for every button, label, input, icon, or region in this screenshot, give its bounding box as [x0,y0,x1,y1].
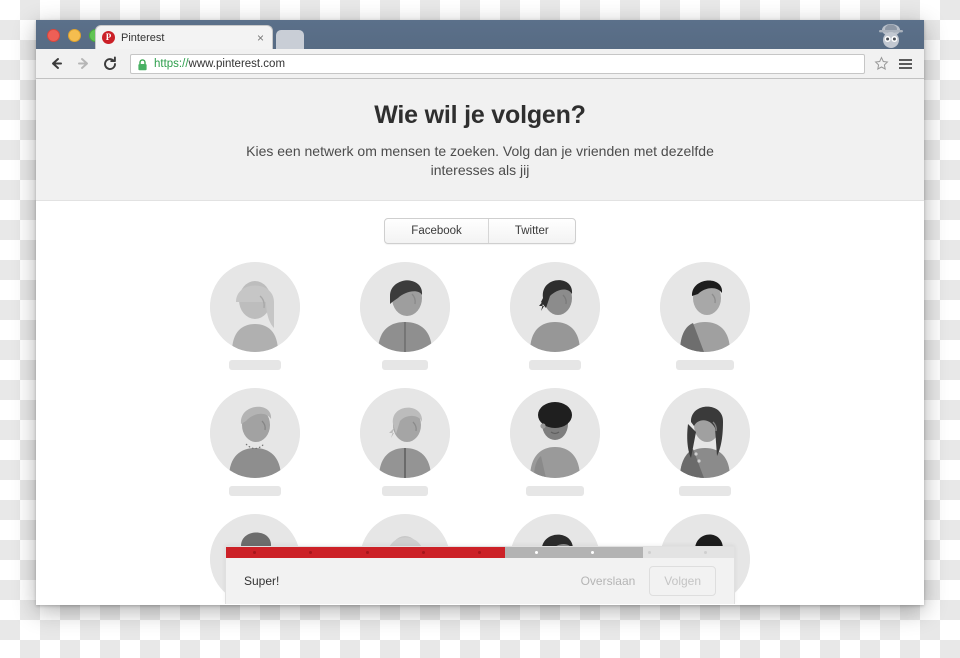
avatar [660,388,750,478]
status-text: Super! [244,574,280,588]
person-name-placeholder [526,486,584,496]
network-selector: Facebook Twitter [36,218,924,244]
browser-menu-button[interactable] [895,54,915,74]
avatar [510,262,600,352]
person-name-placeholder [229,486,281,496]
person-card[interactable] [649,262,761,370]
avatar [660,262,750,352]
person-name-placeholder [679,486,731,496]
browser-toolbar: https://www.pinterest.com [36,49,924,79]
progress-step-dot [395,547,451,558]
progress-step-dot [678,547,734,558]
person-name-placeholder [382,360,428,370]
network-button-facebook[interactable]: Facebook [385,219,488,243]
browser-window: P Pinterest × https://www.pinterest.com … [36,20,924,605]
browser-titlebar: P Pinterest × [36,20,924,49]
reload-button[interactable] [99,53,121,75]
avatar [360,262,450,352]
progress-step-dot [621,547,677,558]
page-header: Wie wil je volgen? Kies een netwerk om m… [36,79,924,201]
bottom-bar-row: Super! Overslaan Volgen [226,558,734,604]
progress-step-markers [226,547,734,558]
person-card[interactable] [499,262,611,370]
person-card[interactable] [199,262,311,370]
onboarding-bottom-bar: Super! Overslaan Volgen [225,546,735,604]
skip-button[interactable]: Overslaan [581,574,636,588]
pinterest-favicon-icon: P [102,31,115,44]
bookmark-star-icon[interactable] [871,54,891,74]
secure-lock-icon [137,58,148,70]
network-toggle-group: Facebook Twitter [384,218,576,244]
page-content: Wie wil je volgen? Kies een netwerk om m… [36,79,924,604]
avatar [210,388,300,478]
address-bar[interactable]: https://www.pinterest.com [130,53,865,74]
page-subtitle: Kies een netwerk om mensen te zoeken. Vo… [246,143,714,178]
new-tab-button[interactable] [276,30,304,49]
browser-tab-pinterest[interactable]: P Pinterest × [95,25,273,49]
progress-step-dot [339,547,395,558]
person-name-placeholder [229,360,281,370]
network-button-twitter[interactable]: Twitter [487,219,575,243]
window-traffic-lights [47,29,102,42]
url-scheme: https:// [154,57,189,70]
back-button[interactable] [45,53,67,75]
tab-title: Pinterest [121,31,165,44]
person-card[interactable] [349,262,461,370]
person-name-placeholder [676,360,734,370]
person-name-placeholder [529,360,581,370]
progress-step-dot [565,547,621,558]
progress-bar [226,547,734,558]
hamburger-icon [898,57,912,71]
person-card[interactable] [649,388,761,496]
progress-step-dot [282,547,338,558]
progress-step-dot [226,547,282,558]
progress-step-dot [452,547,508,558]
avatar [360,388,450,478]
close-tab-icon[interactable]: × [255,32,266,44]
minimize-window-button[interactable] [68,29,81,42]
person-card[interactable] [349,388,461,496]
page-title: Wie wil je volgen? [374,101,586,129]
close-window-button[interactable] [47,29,60,42]
incognito-icon [874,21,908,49]
url-text: https://www.pinterest.com [154,58,285,70]
avatar [510,388,600,478]
avatar [210,262,300,352]
url-host: www.pinterest.com [188,57,286,70]
follow-button[interactable]: Volgen [649,566,716,596]
forward-button[interactable] [72,53,94,75]
person-card[interactable] [199,388,311,496]
person-card[interactable] [499,388,611,496]
person-name-placeholder [382,486,428,496]
progress-step-dot [508,547,564,558]
